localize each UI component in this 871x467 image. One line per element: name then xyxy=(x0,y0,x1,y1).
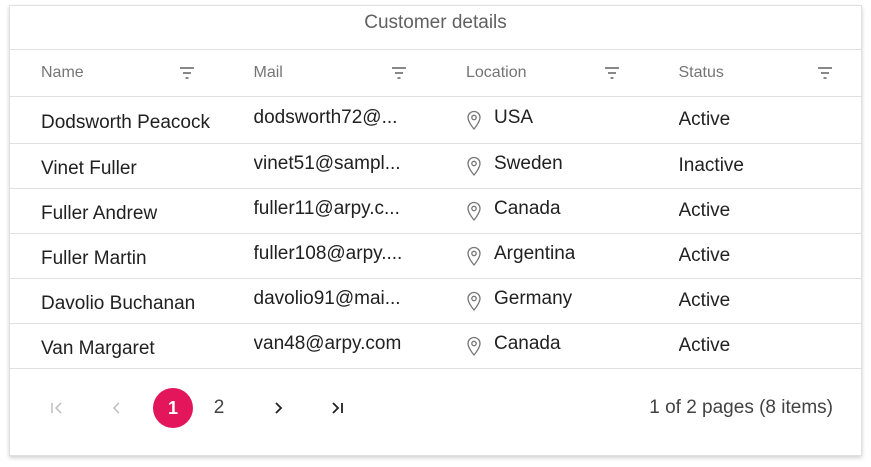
location-cell: Canada xyxy=(435,189,648,233)
page-button-1[interactable]: 1 xyxy=(153,388,193,428)
filter-icon[interactable] xyxy=(179,66,195,80)
name-cell: Vinet Fuller xyxy=(41,158,137,179)
status-cell: Active xyxy=(678,245,731,266)
filter-icon[interactable] xyxy=(817,66,833,80)
name-cell: Fuller Andrew xyxy=(41,203,158,224)
location-pin-icon xyxy=(467,291,481,311)
column-header-status[interactable]: Status xyxy=(648,50,862,96)
status-cell: Active xyxy=(678,109,731,130)
column-header-mail[interactable]: Mail xyxy=(223,50,436,96)
prev-page-icon xyxy=(112,402,120,414)
location-cell: Sweden xyxy=(435,144,648,188)
mail-cell: van48@arpy.com xyxy=(253,333,402,354)
status-cell: Active xyxy=(678,200,731,221)
grid-body: Dodsworth Peacock dodsworth72@... USA Ac… xyxy=(10,97,861,369)
location-cell: Germany xyxy=(435,279,648,323)
column-header-label: Status xyxy=(678,64,724,81)
location-pin-icon xyxy=(467,110,481,130)
customer-grid: Customer details Name Mail Location Stat… xyxy=(9,5,862,456)
first-page-icon xyxy=(51,402,62,414)
table-row[interactable]: Fuller Andrew fuller11@arpy.c... Canada … xyxy=(10,189,861,234)
next-page-button[interactable] xyxy=(258,388,298,428)
filter-icon[interactable] xyxy=(604,66,620,80)
column-header-location[interactable]: Location xyxy=(435,50,648,96)
mail-cell: dodsworth72@... xyxy=(253,107,398,128)
location-cell: Argentina xyxy=(435,234,648,278)
grid-header-row: Name Mail Location Status xyxy=(10,50,861,97)
column-header-label: Location xyxy=(466,64,527,81)
grid-title: Customer details xyxy=(10,6,861,50)
next-page-icon xyxy=(275,402,283,414)
table-row[interactable]: Vinet Fuller vinet51@sampl... Sweden Ina… xyxy=(10,144,861,189)
name-cell: Davolio Buchanan xyxy=(41,293,196,314)
mail-cell: fuller108@arpy.... xyxy=(253,243,403,264)
last-page-icon xyxy=(332,402,343,414)
name-cell: Dodsworth Peacock xyxy=(41,112,210,133)
table-row[interactable]: Dodsworth Peacock dodsworth72@... USA Ac… xyxy=(10,97,861,144)
table-row[interactable]: Davolio Buchanan davolio91@mai... German… xyxy=(10,279,861,324)
first-page-button[interactable] xyxy=(37,388,77,428)
last-page-button[interactable] xyxy=(317,388,357,428)
mail-cell: vinet51@sampl... xyxy=(253,153,401,174)
pager-info: 1 of 2 pages (8 items) xyxy=(649,397,833,418)
filter-icon[interactable] xyxy=(391,66,407,80)
pager: 1 2 1 of 2 pages (8 items) xyxy=(10,367,861,455)
mail-cell: fuller11@arpy.c... xyxy=(253,198,400,219)
table-row[interactable]: Van Margaret van48@arpy.com Canada Activ… xyxy=(10,324,861,369)
status-cell: Active xyxy=(678,335,731,356)
prev-page-button[interactable] xyxy=(97,388,137,428)
location-pin-icon xyxy=(467,201,481,221)
location-cell: Canada xyxy=(435,324,648,368)
mail-cell: davolio91@mai... xyxy=(253,288,401,309)
status-cell: Inactive xyxy=(678,155,744,176)
status-cell: Active xyxy=(678,290,731,311)
location-cell: USA xyxy=(435,97,648,143)
location-pin-icon xyxy=(467,156,481,176)
name-cell: Van Margaret xyxy=(41,338,155,359)
column-header-name[interactable]: Name xyxy=(10,50,223,96)
name-cell: Fuller Martin xyxy=(41,248,147,269)
column-header-label: Name xyxy=(41,64,84,81)
location-pin-icon xyxy=(467,336,481,356)
location-pin-icon xyxy=(467,246,481,266)
page-button-2[interactable]: 2 xyxy=(199,388,239,428)
table-row[interactable]: Fuller Martin fuller108@arpy.... Argenti… xyxy=(10,234,861,279)
column-header-label: Mail xyxy=(253,64,283,81)
